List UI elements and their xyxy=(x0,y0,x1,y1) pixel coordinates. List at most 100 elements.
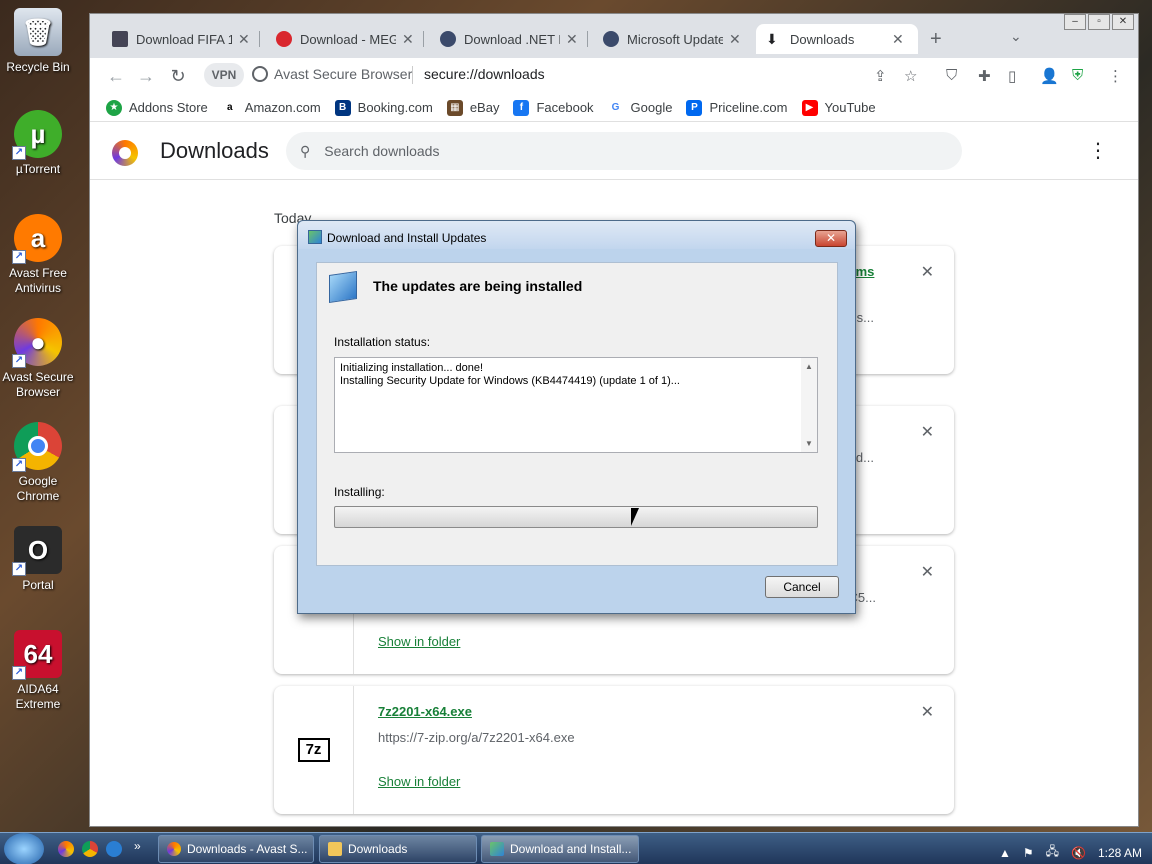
download-filename[interactable]: 7z2201-x64.exe xyxy=(378,704,472,719)
minimize-button[interactable]: – xyxy=(1064,14,1086,30)
desktop-icon-aida64[interactable]: 64 ↗ AIDA64 Extreme xyxy=(0,630,76,712)
chrome-quicklaunch-icon[interactable] xyxy=(82,841,98,857)
site-info[interactable]: Avast Secure Browser xyxy=(252,66,412,82)
security-shield-icon[interactable]: ⛨ xyxy=(1072,67,1083,84)
desktop-icon-avast-browser[interactable]: ● ↗ Avast Secure Browser xyxy=(0,318,76,400)
action-center-flag-icon[interactable]: ⚑ xyxy=(1023,846,1034,860)
tab-search-chevron-icon[interactable]: ⌄ xyxy=(1010,28,1022,45)
taskbar-item-install-dialog[interactable]: Download and Install... xyxy=(481,835,639,863)
maximize-button[interactable]: ▫ xyxy=(1088,14,1110,30)
ie-quicklaunch-icon[interactable] xyxy=(106,841,122,857)
bookmark-addons-store[interactable]: ★ Addons Store xyxy=(106,99,208,116)
clock[interactable]: 1:28 AM xyxy=(1098,846,1142,860)
desktop-icon-avast-antivirus[interactable]: a ↗ Avast Free Antivirus xyxy=(0,214,76,296)
downloads-header: Downloads ⚲ ⋮ xyxy=(90,124,1138,180)
address-bar[interactable]: secure://downloads xyxy=(424,66,545,82)
dialog-heading: The updates are being installed xyxy=(373,278,583,294)
tray-expand-icon[interactable]: ▲ xyxy=(999,846,1011,860)
close-icon[interactable]: ✕ xyxy=(729,31,741,48)
installation-status-log[interactable]: Initializing installation... done! Insta… xyxy=(334,357,818,453)
forward-button[interactable]: → xyxy=(134,64,158,88)
start-button[interactable] xyxy=(4,833,44,864)
reload-button[interactable]: ↻ xyxy=(166,64,190,88)
ebay-icon: ▦ xyxy=(446,99,463,116)
extensions-icon[interactable]: ✚ xyxy=(978,67,991,85)
bookmark-booking[interactable]: B Booking.com xyxy=(334,99,433,116)
desktop-icon-portal[interactable]: O ↗ Portal xyxy=(0,526,76,593)
bookmark-google[interactable]: G Google xyxy=(607,99,673,116)
back-button[interactable]: ← xyxy=(104,64,128,88)
window-controls: – ▫ ✕ xyxy=(1064,14,1134,30)
bookmark-amazon[interactable]: a Amazon.com xyxy=(221,99,321,116)
new-tab-button[interactable]: + xyxy=(930,28,942,51)
bookmark-ebay[interactable]: ▦ eBay xyxy=(446,99,500,116)
show-in-folder-link[interactable]: Show in folder xyxy=(378,634,460,649)
chevron-right-icon[interactable]: » xyxy=(134,839,150,855)
scroll-down-icon[interactable]: ▼ xyxy=(805,437,813,450)
desktop-icon-chrome[interactable]: ↗ Google Chrome xyxy=(0,422,76,504)
bookmark-youtube[interactable]: ▶ YouTube xyxy=(801,99,876,116)
avast-browser-quicklaunch-icon[interactable] xyxy=(58,841,74,857)
tab-microsoft-update[interactable]: Microsoft Update ✕ xyxy=(593,24,751,54)
volume-muted-icon[interactable]: 🔇 xyxy=(1071,846,1086,860)
show-in-folder-link[interactable]: Show in folder xyxy=(378,774,460,789)
shortcut-arrow-icon: ↗ xyxy=(12,666,26,680)
dialog-close-button[interactable]: ✕ xyxy=(815,230,847,247)
cancel-button[interactable]: Cancel xyxy=(765,576,839,598)
mega-favicon-icon xyxy=(276,31,292,47)
tab-downloads[interactable]: ⬇ Downloads ✕ xyxy=(756,24,918,54)
profile-icon[interactable]: 👤 xyxy=(1040,67,1059,85)
tab-fifa[interactable]: Download FIFA 18 ✕ xyxy=(102,24,260,54)
remove-download-icon[interactable]: ✕ xyxy=(921,702,934,722)
remove-download-icon[interactable]: ✕ xyxy=(921,262,934,282)
bookmark-facebook[interactable]: f Facebook xyxy=(513,99,594,116)
vpn-button[interactable]: VPN xyxy=(204,63,244,87)
mouse-cursor-icon xyxy=(631,508,645,526)
tab-strip: Download FIFA 18 ✕ Download - MEGA ✕ Dow… xyxy=(90,14,1138,58)
tab-dotnet[interactable]: Download .NET Fra ✕ xyxy=(430,24,588,54)
tab-mega[interactable]: Download - MEGA ✕ xyxy=(266,24,424,54)
dialog-title: Download and Install Updates xyxy=(327,231,487,245)
tab-label: Downloads xyxy=(790,31,855,47)
bookmark-label: Google xyxy=(630,100,673,115)
search-icon: ⚲ xyxy=(300,142,311,159)
remove-download-icon[interactable]: ✕ xyxy=(921,422,934,442)
close-icon[interactable]: ✕ xyxy=(566,31,578,48)
search-input[interactable] xyxy=(324,143,885,159)
bookmarks-bar: ★ Addons Store a Amazon.com B Booking.com ▦… xyxy=(90,94,1138,122)
remove-download-icon[interactable]: ✕ xyxy=(921,562,934,582)
close-icon[interactable]: ✕ xyxy=(402,31,414,48)
desktop-icon-utorrent[interactable]: µ ↗ µTorrent xyxy=(0,110,76,177)
status-scrollbar[interactable]: ▲ ▼ xyxy=(801,358,817,452)
downloads-menu-icon[interactable]: ⋮ xyxy=(1088,138,1108,163)
network-icon[interactable]: 🖧 xyxy=(1046,842,1059,863)
taskbar-item-browser[interactable]: Downloads - Avast S... xyxy=(158,835,314,863)
close-icon[interactable]: ✕ xyxy=(892,31,904,48)
priceline-icon: P xyxy=(686,99,703,116)
bookmark-priceline[interactable]: P Priceline.com xyxy=(686,99,788,116)
dialog-titlebar[interactable]: Download and Install Updates ✕ xyxy=(298,221,855,249)
download-url: https://7-zip.org/a/7z2201-x64.exe xyxy=(378,730,575,745)
share-icon[interactable]: ⇪ xyxy=(874,67,887,85)
avast-browser-icon xyxy=(167,842,181,856)
tab-label: Microsoft Update xyxy=(627,31,723,47)
bookmark-star-icon[interactable]: ☆ xyxy=(904,67,917,85)
desktop-icon-label: Portal xyxy=(22,578,54,592)
tab-label: Download FIFA 18 xyxy=(136,31,232,47)
tab-label: Download .NET Fra xyxy=(464,31,560,47)
desktop-icon-label: µTorrent xyxy=(15,162,61,176)
search-box[interactable]: ⚲ xyxy=(286,132,962,170)
taskbar-item-downloads-folder[interactable]: Downloads xyxy=(319,835,477,863)
booking-icon: B xyxy=(334,99,351,116)
bookmark-label: Amazon.com xyxy=(244,100,321,115)
close-icon[interactable]: ✕ xyxy=(238,31,250,48)
desktop-icon-recycle-bin[interactable]: 🗑 Recycle Bin xyxy=(0,8,76,75)
folder-icon xyxy=(328,842,342,856)
side-panel-icon[interactable]: ▯ xyxy=(1008,67,1016,85)
privacy-icon[interactable]: ⛉ xyxy=(946,67,957,84)
scroll-up-icon[interactable]: ▲ xyxy=(805,360,813,373)
system-tray: ▲ ⚑ 🖧 🔇 1:28 AM xyxy=(999,842,1142,863)
close-window-button[interactable]: ✕ xyxy=(1112,14,1134,30)
menu-icon[interactable]: ⋮ xyxy=(1108,67,1123,85)
bookmark-label: eBay xyxy=(469,100,500,115)
